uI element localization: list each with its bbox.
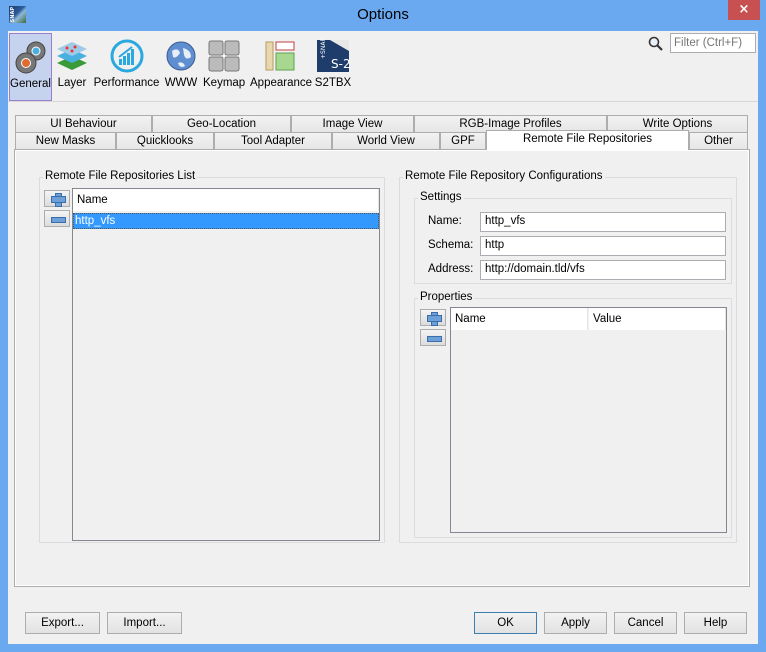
properties-title: Properties <box>418 291 475 303</box>
group-title: Remote File Repository Configurations <box>403 170 605 182</box>
tab-other[interactable]: Other <box>689 132 748 149</box>
properties-group: Properties Name Value <box>414 291 732 538</box>
category-label: Performance <box>93 77 160 89</box>
tab-world-view[interactable]: World View <box>332 132 440 149</box>
category-label: Layer <box>57 77 87 89</box>
category-appearance[interactable]: Appearance <box>250 33 313 101</box>
name-field[interactable]: http_vfs <box>480 212 726 232</box>
column-header-name[interactable]: Name <box>451 308 588 330</box>
category-layer[interactable]: Layer <box>54 33 90 101</box>
tab-remote-file-repositories[interactable]: Remote File Repositories <box>486 130 689 150</box>
column-header-name[interactable]: Name <box>73 189 379 211</box>
keyboard-keys-icon <box>207 39 241 73</box>
category-performance[interactable]: Performance <box>93 33 160 101</box>
apply-button[interactable]: Apply <box>544 612 607 634</box>
tab-new-masks[interactable]: New Masks <box>15 132 116 149</box>
category-label: WWW <box>164 77 198 89</box>
close-button[interactable]: × <box>728 0 760 20</box>
add-property-button[interactable] <box>420 309 446 326</box>
tab-content-panel: Remote File Repositories List Name http_… <box>14 149 750 587</box>
category-toolbar: General Layer Performance WWW Keymap App… <box>8 31 758 102</box>
search-icon <box>648 36 664 52</box>
column-header-value[interactable]: Value <box>589 308 726 330</box>
group-title: Remote File Repositories List <box>43 170 198 182</box>
tab-image-view[interactable]: Image View <box>291 115 414 132</box>
import-button[interactable]: Import... <box>107 612 182 634</box>
category-label: Appearance <box>250 77 313 89</box>
window-title: Options <box>357 6 409 23</box>
snap-s2-icon: S-2 +SNAP <box>316 38 351 73</box>
address-field[interactable]: http://domain.tld/vfs <box>480 260 726 280</box>
table-row[interactable]: http_vfs <box>73 213 379 229</box>
tab-tool-adapter[interactable]: Tool Adapter <box>214 132 332 149</box>
performance-chart-icon <box>110 39 144 73</box>
category-label: General <box>10 78 51 90</box>
address-label: Address: <box>428 263 474 275</box>
settings-group: Settings Name: http_vfs Schema: http Add… <box>414 191 732 284</box>
tab-quicklooks[interactable]: Quicklooks <box>116 132 214 149</box>
schema-label: Schema: <box>428 239 474 251</box>
category-label: S2TBX <box>314 77 352 89</box>
gears-icon <box>14 40 48 74</box>
tab-gpf[interactable]: GPF <box>440 132 486 149</box>
properties-table: Name Value <box>450 307 727 533</box>
remove-repository-button[interactable] <box>44 210 70 227</box>
settings-title: Settings <box>418 191 464 203</box>
remote-repositories-list-group: Remote File Repositories List Name http_… <box>39 170 385 543</box>
repository-configurations-group: Remote File Repository Configurations Se… <box>399 170 737 543</box>
category-s2tbx[interactable]: S-2 +SNAP S2TBX <box>314 33 352 101</box>
title-bar: SNAP Options × <box>0 0 766 31</box>
cancel-button[interactable]: Cancel <box>614 612 677 634</box>
globe-icon <box>164 39 198 73</box>
svg-text:+SNAP: +SNAP <box>320 39 327 59</box>
options-dialog: General Layer Performance WWW Keymap App… <box>8 31 758 644</box>
remove-property-button[interactable] <box>420 329 446 346</box>
help-button[interactable]: Help <box>684 612 747 634</box>
name-label: Name: <box>428 215 462 227</box>
schema-field[interactable]: http <box>480 236 726 256</box>
add-repository-button[interactable] <box>44 190 70 207</box>
export-button[interactable]: Export... <box>25 612 100 634</box>
tab-ui-behaviour[interactable]: UI Behaviour <box>15 115 152 132</box>
category-general[interactable]: General <box>9 33 52 101</box>
repositories-table: Name http_vfs <box>72 188 380 541</box>
appearance-layout-icon <box>263 39 297 73</box>
category-keymap[interactable]: Keymap <box>203 33 245 101</box>
tab-geo-location[interactable]: Geo-Location <box>152 115 291 132</box>
ok-button[interactable]: OK <box>474 612 537 634</box>
svg-text:S-2: S-2 <box>331 57 350 71</box>
category-www[interactable]: WWW <box>163 33 199 101</box>
layers-icon <box>55 39 89 73</box>
filter-input[interactable] <box>670 33 756 53</box>
category-label: Keymap <box>203 77 246 89</box>
